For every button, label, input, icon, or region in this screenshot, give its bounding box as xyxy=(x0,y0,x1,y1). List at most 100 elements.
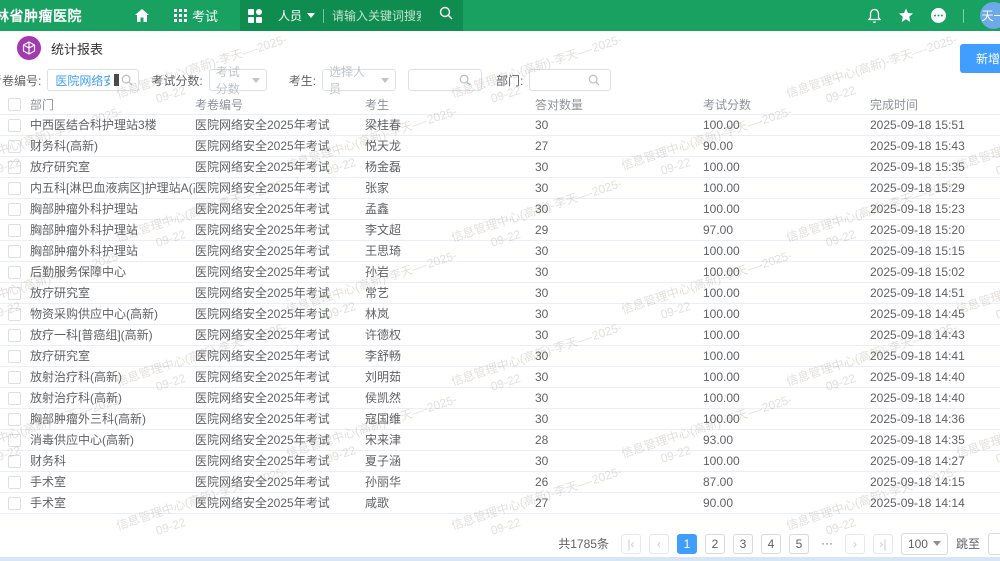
row-checkbox[interactable] xyxy=(8,182,21,195)
divider xyxy=(963,9,964,23)
page-button-2[interactable]: 2 xyxy=(705,534,725,554)
search-icon[interactable] xyxy=(588,74,600,86)
cell-finish-time: 2025-09-18 14:40 xyxy=(870,387,1000,408)
cell-finish-time: 2025-09-18 15:29 xyxy=(870,177,1000,198)
cell-finish-time: 2025-09-18 15:15 xyxy=(870,240,1000,261)
cell-dept: 胸部肿瘤外科护理站 xyxy=(30,198,195,219)
page-button-5[interactable]: 5 xyxy=(789,534,809,554)
cell-correct-count: 30 xyxy=(535,261,703,282)
row-checkbox[interactable] xyxy=(8,287,21,300)
jump-page-input[interactable] xyxy=(988,533,1000,555)
cell-dept: 放疗研究室 xyxy=(30,282,195,303)
search-icon[interactable] xyxy=(121,74,133,86)
row-checkbox[interactable] xyxy=(8,161,21,174)
row-checkbox-cell xyxy=(0,135,30,156)
widget-icon[interactable] xyxy=(240,0,270,31)
cell-finish-time: 2025-09-18 15:20 xyxy=(870,219,1000,240)
ellipsis-pages-button[interactable]: ··· xyxy=(817,534,837,554)
row-checkbox-cell xyxy=(0,282,30,303)
row-checkbox-cell xyxy=(0,156,30,177)
search-icon[interactable] xyxy=(429,6,463,25)
row-checkbox[interactable] xyxy=(8,392,21,405)
row-checkbox[interactable] xyxy=(8,308,21,321)
examinee-select[interactable]: 选择人员 xyxy=(322,69,396,91)
table-row: 财务科(高新)医院网络安全2025年考试悦天龙2790.002025-09-18… xyxy=(0,135,1000,156)
col-paper: 考卷编号 xyxy=(195,95,365,114)
jump-label: 跳至 xyxy=(956,535,980,552)
row-checkbox[interactable] xyxy=(8,203,21,216)
text-cursor xyxy=(114,74,119,86)
col-score: 考试分数 xyxy=(703,95,870,114)
row-checkbox[interactable] xyxy=(8,455,21,468)
home-button[interactable] xyxy=(122,0,162,31)
cell-paper: 医院网络安全2025年考试 xyxy=(195,324,365,345)
cell-score: 100.00 xyxy=(703,366,870,387)
cell-finish-time: 2025-09-18 14:35 xyxy=(870,429,1000,450)
row-checkbox[interactable] xyxy=(8,434,21,447)
first-page-icon[interactable]: |‹ xyxy=(621,534,641,554)
prev-page-icon[interactable]: ‹ xyxy=(649,534,669,554)
cell-paper: 医院网络安全2025年考试 xyxy=(195,282,365,303)
page-button-4[interactable]: 4 xyxy=(761,534,781,554)
cell-finish-time: 2025-09-18 14:15 xyxy=(870,471,1000,492)
row-checkbox[interactable] xyxy=(8,140,21,153)
topbar-right: 天一 xyxy=(867,2,1000,29)
cell-score: 97.00 xyxy=(703,219,870,240)
row-checkbox-cell xyxy=(0,198,30,219)
table-row: 放疗研究室医院网络安全2025年考试常艺30100.002025-09-18 1… xyxy=(0,282,1000,303)
row-checkbox-cell xyxy=(0,408,30,429)
chevron-down-icon xyxy=(381,78,389,83)
nav-exam[interactable]: 考试 xyxy=(162,0,230,31)
examinee-search-input[interactable] xyxy=(409,70,459,90)
last-page-icon[interactable]: ›| xyxy=(873,534,893,554)
cell-dept: 中西医结合科护理站3楼 xyxy=(30,114,195,135)
row-checkbox[interactable] xyxy=(8,266,21,279)
search-icon[interactable] xyxy=(459,74,471,86)
cell-examinee: 李文超 xyxy=(365,219,535,240)
global-search-input[interactable] xyxy=(324,9,429,23)
page-button-1[interactable]: 1 xyxy=(677,534,697,554)
cell-finish-time: 2025-09-18 15:23 xyxy=(870,198,1000,219)
score-select[interactable]: 考试分数 xyxy=(209,69,267,91)
cell-correct-count: 30 xyxy=(535,177,703,198)
table-row: 放疗一科[普癌组](高新)医院网络安全2025年考试许德权30100.00202… xyxy=(0,324,1000,345)
row-checkbox[interactable] xyxy=(8,329,21,342)
cell-examinee: 杨金磊 xyxy=(365,156,535,177)
bell-icon[interactable] xyxy=(867,8,882,24)
cell-finish-time: 2025-09-18 15:02 xyxy=(870,261,1000,282)
row-checkbox[interactable] xyxy=(8,119,21,132)
next-page-icon[interactable]: › xyxy=(845,534,865,554)
cell-dept: 后勤服务保障中心 xyxy=(30,261,195,282)
row-checkbox[interactable] xyxy=(8,371,21,384)
row-checkbox-cell xyxy=(0,261,30,282)
page-button-3[interactable]: 3 xyxy=(733,534,753,554)
cell-dept: 消毒供应中心(高新) xyxy=(30,429,195,450)
row-checkbox[interactable] xyxy=(8,350,21,363)
cell-paper: 医院网络安全2025年考试 xyxy=(195,135,365,156)
table-row: 中西医结合科护理站3楼医院网络安全2025年考试梁桂春30100.002025-… xyxy=(0,114,1000,135)
dept-search-field xyxy=(529,69,611,91)
search-scope-select[interactable]: 人员 xyxy=(270,7,323,24)
message-icon[interactable] xyxy=(930,7,947,24)
table-row: 放疗研究室医院网络安全2025年考试杨金磊30100.002025-09-18 … xyxy=(0,156,1000,177)
cell-paper: 医院网络安全2025年考试 xyxy=(195,114,365,135)
select-all-checkbox[interactable] xyxy=(8,98,21,111)
dept-search-input[interactable] xyxy=(530,70,588,90)
cell-paper: 医院网络安全2025年考试 xyxy=(195,387,365,408)
row-checkbox[interactable] xyxy=(8,413,21,426)
row-checkbox[interactable] xyxy=(8,497,21,510)
add-button[interactable]: 新增 xyxy=(960,44,1000,73)
row-checkbox[interactable] xyxy=(8,224,21,237)
cell-dept: 财务科(高新) xyxy=(30,135,195,156)
page-size-select[interactable]: 100 xyxy=(901,533,948,555)
cell-examinee: 王思琦 xyxy=(365,240,535,261)
dept-filter-label: 部门: xyxy=(496,72,523,89)
row-checkbox[interactable] xyxy=(8,245,21,258)
star-icon[interactable] xyxy=(898,8,914,23)
paper-number-input[interactable] xyxy=(48,70,114,90)
cell-correct-count: 27 xyxy=(535,492,703,513)
cell-examinee: 咸歌 xyxy=(365,492,535,513)
row-checkbox[interactable] xyxy=(8,476,21,489)
user-avatar[interactable]: 天一 xyxy=(980,2,1000,29)
row-checkbox-cell xyxy=(0,324,30,345)
